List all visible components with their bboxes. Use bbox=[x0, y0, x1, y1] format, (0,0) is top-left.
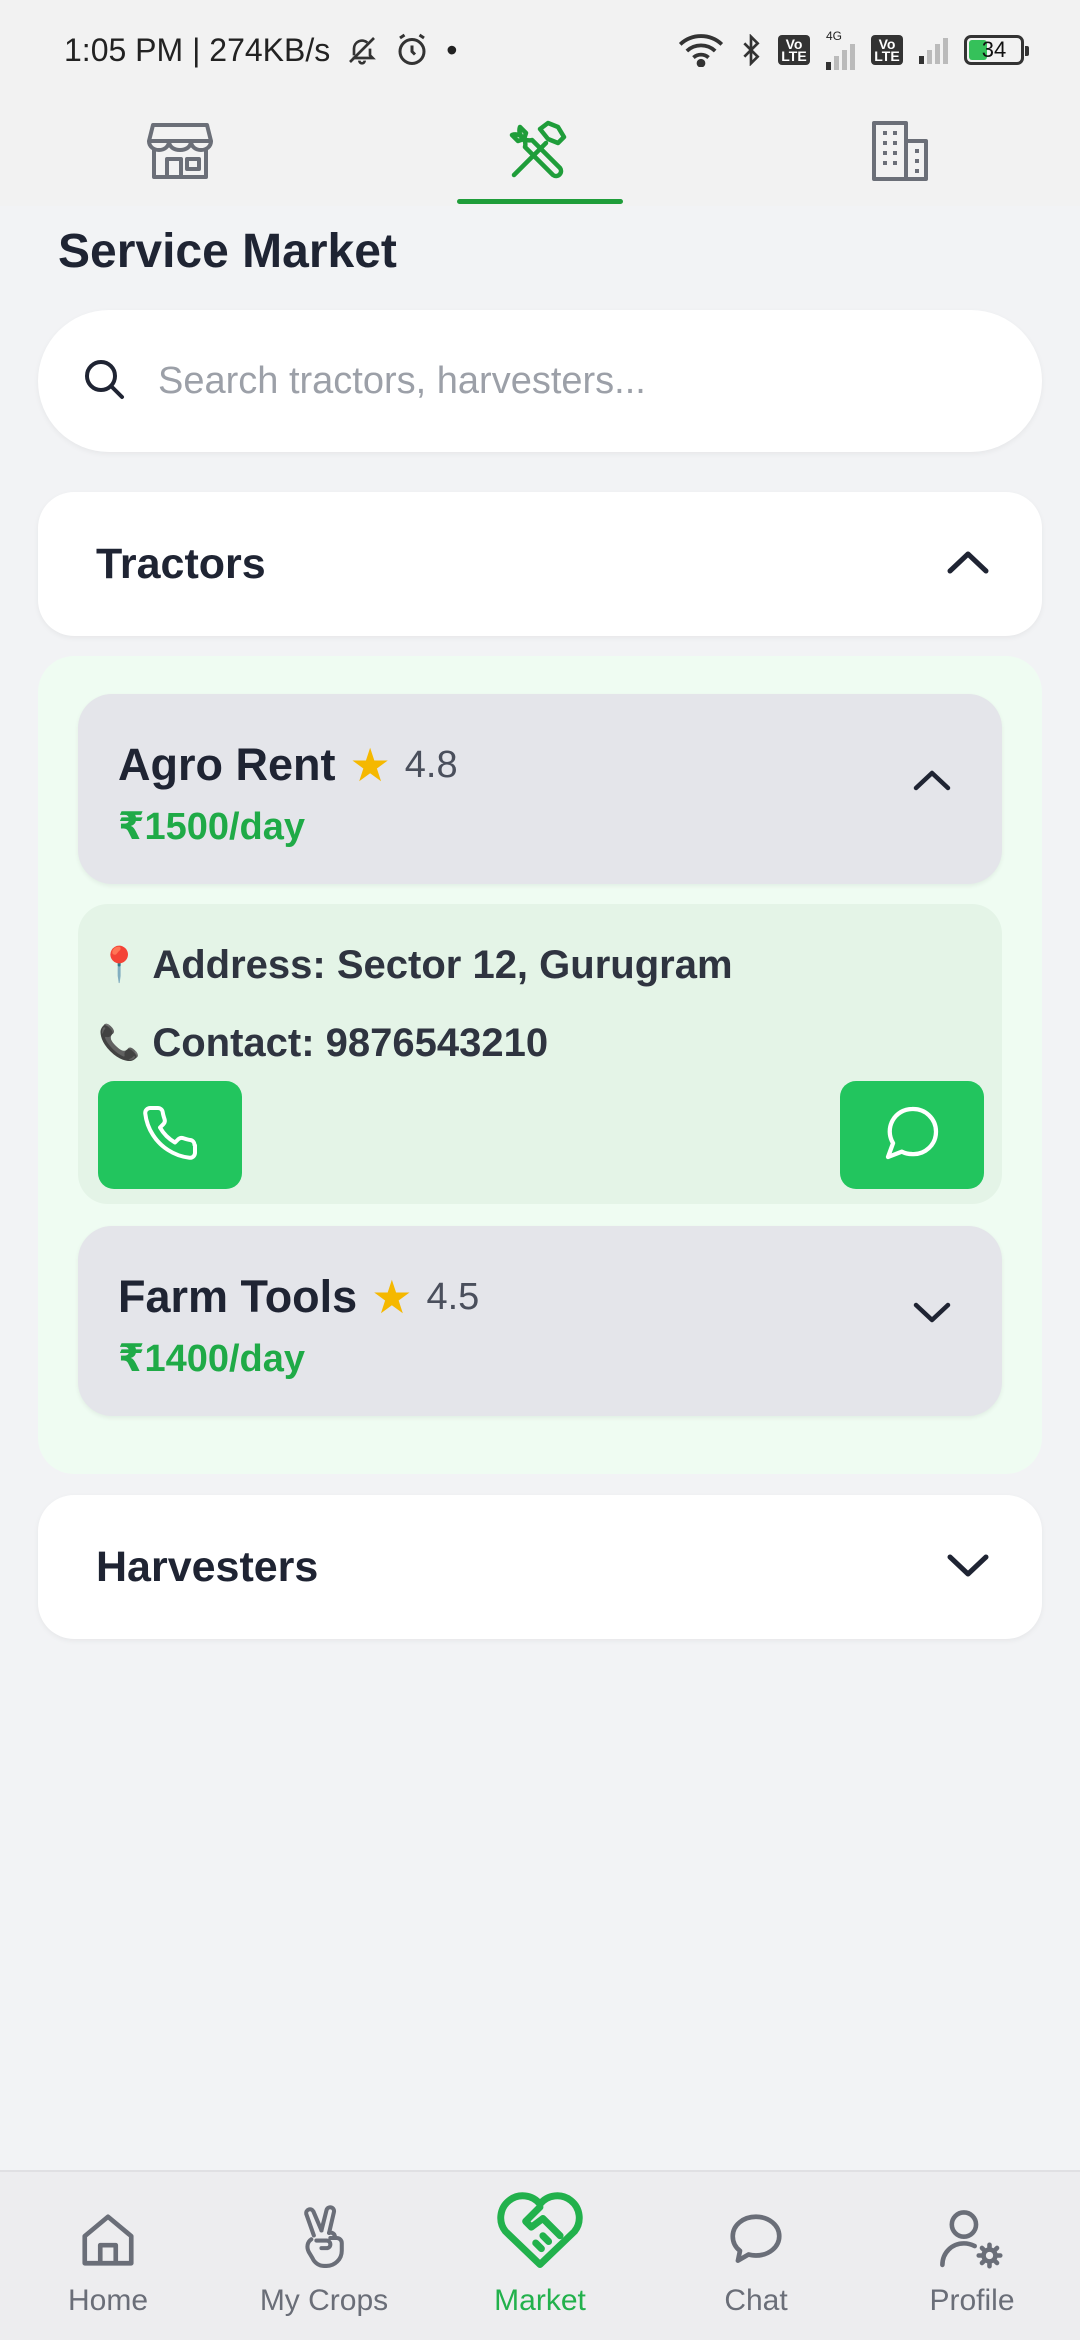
nav-chat[interactable]: Chat bbox=[648, 2172, 864, 2340]
provider-details: 📍 Address: Sector 12, Gurugram 📞 Contact… bbox=[78, 904, 1002, 1204]
nav-label-home: Home bbox=[67, 2284, 149, 2317]
address-line: 📍 Address: Sector 12, Gurugram bbox=[98, 932, 982, 998]
contact-line: 📞 Contact: 9876543210 bbox=[98, 1010, 982, 1076]
status-time-speed: 1:05 PM | 274KB/s bbox=[64, 31, 331, 68]
nav-label-chat: Chat bbox=[724, 2284, 788, 2317]
tractors-panel: Agro Rent ★ 4.8 ₹1500/day 📍 Address: Sec… bbox=[38, 656, 1042, 1474]
signal-bars-icon bbox=[919, 36, 948, 64]
volte-badge-2: Vo LTE bbox=[871, 35, 903, 65]
provider-header: Farm Tools ★ 4.5 bbox=[118, 1270, 962, 1324]
provider-price: ₹1400/day bbox=[118, 1338, 306, 1380]
provider-rating: 4.8 bbox=[404, 743, 458, 786]
network-type-label: 4G bbox=[826, 29, 843, 43]
provider-card-farm-tools[interactable]: Farm Tools ★ 4.5 ₹1400/day bbox=[78, 1226, 1002, 1416]
chevron-down-icon bbox=[944, 1550, 992, 1585]
tab-company[interactable] bbox=[720, 100, 1080, 206]
bell-muted-icon bbox=[346, 34, 378, 66]
alarm-icon bbox=[394, 32, 430, 68]
storefront-icon bbox=[147, 121, 213, 186]
chevron-up-icon bbox=[944, 547, 992, 582]
provider-rating: 4.5 bbox=[426, 1275, 480, 1318]
tab-store[interactable] bbox=[0, 100, 360, 206]
battery-level: 34 bbox=[981, 37, 1007, 62]
phone-emoji-icon: 📞 bbox=[98, 1024, 141, 1062]
home-icon bbox=[77, 2209, 139, 2276]
pin-icon: 📍 bbox=[98, 946, 141, 984]
page-title: Service Market bbox=[58, 225, 397, 278]
signal-4g-icon: 4G bbox=[826, 30, 855, 70]
wifi-icon bbox=[678, 33, 724, 67]
nav-label-profile: Profile bbox=[929, 2284, 1015, 2317]
contact-text: Contact: 9876543210 bbox=[152, 1020, 549, 1065]
search-bar[interactable] bbox=[38, 310, 1042, 452]
tools-icon bbox=[506, 119, 574, 188]
chat-bubble-icon bbox=[724, 2209, 788, 2276]
chat-bubble-icon bbox=[880, 1101, 944, 1170]
phone-icon bbox=[140, 1103, 200, 1168]
building-icon bbox=[870, 119, 930, 188]
nav-market[interactable]: Market bbox=[432, 2172, 648, 2340]
search-input[interactable] bbox=[158, 359, 978, 403]
nav-label-market: Market bbox=[494, 2284, 586, 2317]
nav-profile[interactable]: Profile bbox=[864, 2172, 1080, 2340]
star-icon: ★ bbox=[371, 1271, 413, 1323]
profile-gear-icon bbox=[937, 2205, 1007, 2276]
section-title-harvesters: Harvesters bbox=[96, 1542, 319, 1591]
provider-header: Agro Rent ★ 4.8 bbox=[118, 738, 962, 792]
nav-label-my-crops: My Crops bbox=[259, 2284, 389, 2317]
battery-icon: 34 bbox=[964, 35, 1029, 65]
status-dot: • bbox=[446, 31, 458, 68]
peace-hand-icon bbox=[293, 2205, 355, 2276]
call-button[interactable] bbox=[98, 1081, 242, 1189]
search-icon bbox=[80, 355, 128, 408]
bluetooth-icon bbox=[740, 34, 762, 66]
tab-services[interactable] bbox=[360, 100, 720, 206]
nav-home[interactable]: Home bbox=[0, 2172, 216, 2340]
status-left: 1:05 PM | 274KB/s • bbox=[64, 32, 457, 69]
top-tab-bar bbox=[0, 100, 1080, 206]
provider-card-agro-rent[interactable]: Agro Rent ★ 4.8 ₹1500/day bbox=[78, 694, 1002, 884]
provider-price: ₹1500/day bbox=[118, 806, 306, 848]
section-title-tractors: Tractors bbox=[96, 539, 266, 588]
provider-name: Farm Tools bbox=[118, 1271, 358, 1322]
provider-name: Agro Rent bbox=[118, 739, 336, 790]
section-header-harvesters[interactable]: Harvesters bbox=[38, 1495, 1042, 1639]
section-header-tractors[interactable]: Tractors bbox=[38, 492, 1042, 636]
chevron-down-icon[interactable] bbox=[910, 1298, 954, 1331]
nav-my-crops[interactable]: My Crops bbox=[216, 2172, 432, 2340]
handshake-heart-icon bbox=[494, 2189, 586, 2276]
chevron-up-icon[interactable] bbox=[910, 766, 954, 799]
star-icon: ★ bbox=[349, 739, 391, 791]
volte-badge: Vo LTE bbox=[778, 35, 810, 65]
bottom-nav: Home My Crops Market Chat Profile bbox=[0, 2170, 1080, 2340]
address-text: Address: Sector 12, Gurugram bbox=[152, 942, 733, 987]
status-bar: 1:05 PM | 274KB/s • Vo LTE 4G Vo LTE 34 bbox=[0, 0, 1080, 100]
status-right: Vo LTE 4G Vo LTE 34 bbox=[678, 30, 1029, 70]
message-button[interactable] bbox=[840, 1081, 984, 1189]
